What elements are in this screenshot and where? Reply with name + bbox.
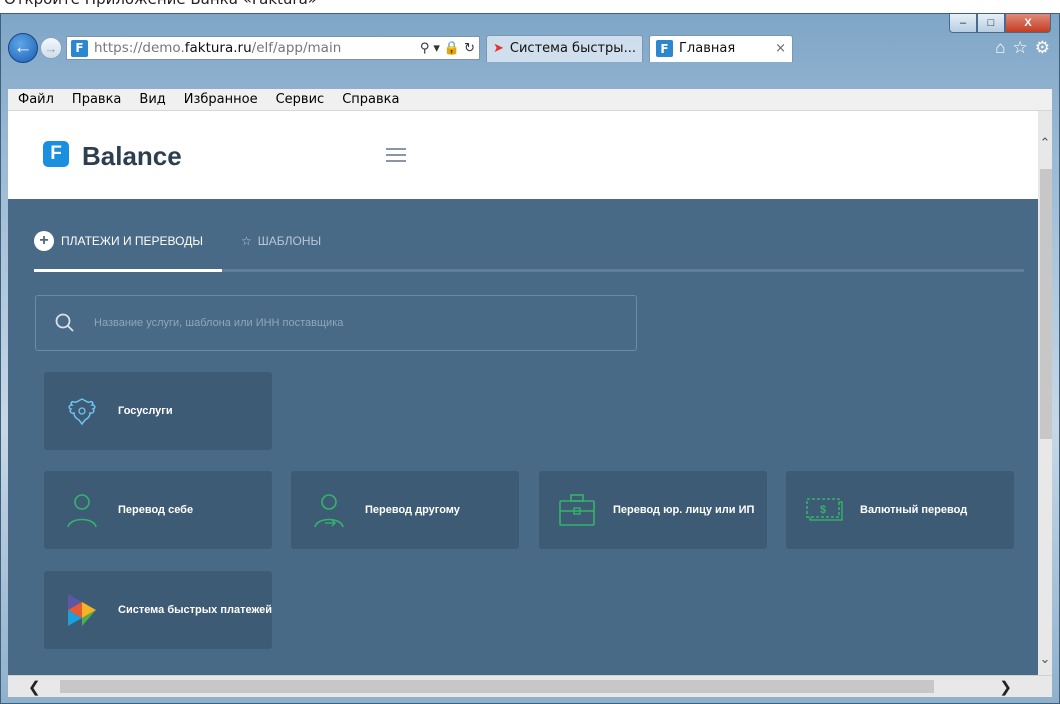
- horizontal-scrollbar[interactable]: ❮ ❯: [8, 675, 1052, 697]
- toolbar-right: ⌂ ☆ ⚙: [995, 38, 1052, 58]
- plus-icon: +: [34, 231, 54, 251]
- address-row: ← → F https://demo. faktura.ru/elf/app/ma…: [8, 32, 1052, 64]
- vertical-scroll-thumb[interactable]: [1040, 169, 1052, 439]
- menu-favorites[interactable]: Избранное: [184, 92, 258, 107]
- tile-self-transfer[interactable]: Перевод себе: [44, 471, 272, 549]
- horizontal-scroll-thumb[interactable]: [60, 680, 934, 693]
- site-favicon-icon: F: [71, 39, 88, 57]
- site-favicon-icon: F: [655, 40, 673, 57]
- maximize-button[interactable]: □: [977, 14, 1005, 33]
- sbp-favicon-icon: ➤: [493, 41, 504, 56]
- scroll-up-icon[interactable]: ⌃: [1038, 135, 1052, 151]
- active-tab-underline: [34, 269, 222, 272]
- tab-templates-label: ШАБЛОНЫ: [257, 234, 322, 248]
- close-window-button[interactable]: X: [1005, 14, 1051, 33]
- page-header: F Balance: [8, 111, 1038, 199]
- tile-label: Валютный перевод: [860, 504, 968, 516]
- app-tabs: + ПЛАТЕЖИ И ПЕРЕВОДЫ ☆ ШАБЛОНЫ: [34, 231, 321, 251]
- scroll-left-icon[interactable]: ❮: [28, 678, 41, 696]
- svg-text:$: $: [820, 504, 826, 516]
- menu-tools[interactable]: Сервис: [276, 92, 325, 107]
- dropdown-icon[interactable]: ▾: [433, 41, 440, 56]
- tile-label: Система быстрых платежей: [118, 604, 272, 616]
- tile-other-transfer[interactable]: Перевод другому: [291, 471, 519, 549]
- vertical-scrollbar[interactable]: ⌃ ⌄: [1038, 111, 1052, 675]
- address-bar[interactable]: F https://demo. faktura.ru/elf/app/main ⚲…: [66, 36, 480, 60]
- refresh-icon[interactable]: ↻: [464, 41, 475, 56]
- tile-gosuslugi[interactable]: Госуслуги: [44, 372, 272, 450]
- tile-label: Перевод юр. лицу или ИП: [613, 504, 755, 516]
- tab-label: Главная: [678, 41, 736, 56]
- tile-currency-transfer[interactable]: $ Валютный перевод: [786, 471, 1014, 549]
- scroll-down-icon[interactable]: ⌄: [1038, 651, 1052, 667]
- forward-arrow-icon[interactable]: →: [40, 37, 62, 59]
- tab-templates[interactable]: ☆ ШАБЛОНЫ: [241, 234, 321, 248]
- favorites-star-icon[interactable]: ☆: [1013, 38, 1028, 58]
- user-transfer-icon: [309, 490, 349, 530]
- hamburger-menu-icon[interactable]: [386, 148, 406, 166]
- menu-bar: Файл Правка Вид Избранное Сервис Справка: [8, 89, 1052, 111]
- scroll-right-icon[interactable]: ❯: [999, 678, 1012, 696]
- settings-gear-icon[interactable]: ⚙: [1035, 38, 1050, 58]
- tab-label: Система быстры...: [509, 41, 636, 56]
- service-search-input[interactable]: Название услуги, шаблона или ИНН поставщ…: [35, 295, 637, 351]
- tab-sbp[interactable]: ➤ Система быстры...: [486, 34, 643, 62]
- tile-label: Перевод себе: [118, 504, 194, 516]
- user-icon: [62, 490, 102, 530]
- menu-view[interactable]: Вид: [139, 92, 165, 107]
- menu-help[interactable]: Справка: [342, 92, 399, 107]
- tab-payments-label: ПЛАТЕЖИ И ПЕРЕВОДЫ: [61, 234, 203, 248]
- tile-sbp[interactable]: Система быстрых платежей: [44, 571, 272, 649]
- star-icon: ☆: [240, 234, 252, 248]
- payments-panel: + ПЛАТЕЖИ И ПЕРЕВОДЫ ☆ ШАБЛОНЫ Название …: [8, 199, 1038, 675]
- url-path: /elf/app/main: [251, 40, 342, 56]
- url-host: faktura.ru: [184, 40, 252, 56]
- tile-legal-transfer[interactable]: Перевод юр. лицу или ИП: [539, 471, 767, 549]
- instruction-caption: Откройте Приложение Банка «Faktura»: [0, 0, 1060, 14]
- address-icons: ⚲ ▾ 🔒 ↻: [420, 41, 475, 56]
- window-controls: – □ X: [949, 14, 1051, 33]
- tile-label: Госуслуги: [118, 405, 173, 417]
- menu-file[interactable]: Файл: [18, 92, 54, 107]
- close-tab-icon[interactable]: ×: [775, 41, 786, 56]
- logo-icon[interactable]: F: [43, 141, 69, 167]
- banknote-icon: $: [804, 490, 844, 530]
- eagle-emblem-icon: [62, 391, 102, 431]
- search-icon[interactable]: ⚲: [420, 41, 430, 56]
- search-placeholder: Название услуги, шаблона или ИНН поставщ…: [94, 317, 344, 329]
- search-icon: [55, 313, 74, 332]
- brand-name[interactable]: Balance: [82, 141, 182, 172]
- tile-label: Перевод другому: [365, 504, 460, 516]
- url-prefix: https://demo.: [94, 40, 185, 56]
- tab-payments[interactable]: + ПЛАТЕЖИ И ПЕРЕВОДЫ: [34, 231, 203, 251]
- home-icon[interactable]: ⌂: [995, 38, 1005, 58]
- lock-icon[interactable]: 🔒: [444, 41, 460, 56]
- sbp-logo-icon: [62, 590, 102, 630]
- menu-edit[interactable]: Правка: [72, 92, 121, 107]
- minimize-button[interactable]: –: [949, 14, 977, 33]
- back-arrow-icon[interactable]: ←: [8, 33, 38, 63]
- page-viewport: F Balance + ПЛАТЕЖИ И ПЕРЕВОДЫ ☆ ШАБЛОНЫ…: [8, 111, 1052, 675]
- tab-main[interactable]: F Главная ×: [648, 34, 794, 62]
- briefcase-icon: [557, 490, 597, 530]
